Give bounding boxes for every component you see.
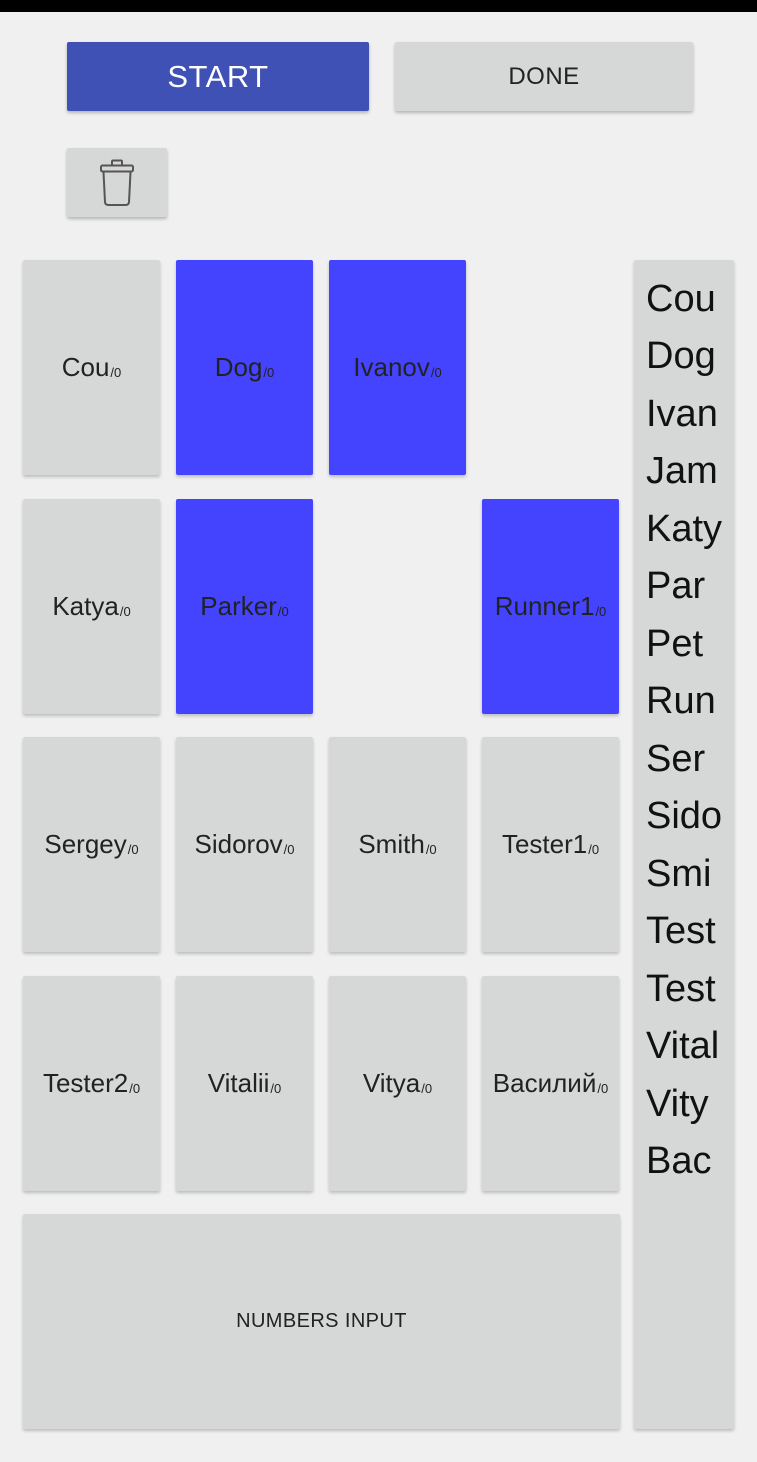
tile-name: Cou bbox=[61, 352, 110, 382]
tile-count: /0 bbox=[588, 842, 600, 857]
runner-tile-tester2[interactable]: Tester2/0 bbox=[23, 976, 160, 1191]
tile-count: /0 bbox=[127, 842, 139, 857]
runner-tile-ivanov[interactable]: Ivanov/0 bbox=[329, 260, 466, 475]
tile-name: Ivanov bbox=[353, 352, 430, 382]
side-list-item[interactable]: Vital bbox=[646, 1027, 719, 1065]
side-list-item[interactable]: Ivan bbox=[646, 395, 718, 433]
trash-button[interactable] bbox=[67, 148, 167, 217]
tile-count: /0 bbox=[430, 365, 442, 380]
side-list-item[interactable]: Test bbox=[646, 912, 716, 950]
tile-count: /0 bbox=[595, 604, 607, 619]
runner-tile-vasiliy[interactable]: Василий/0 bbox=[482, 976, 619, 1191]
side-list-item[interactable]: Вас bbox=[646, 1142, 711, 1180]
runner-tile-dog[interactable]: Dog/0 bbox=[176, 260, 313, 475]
tile-name: Smith bbox=[358, 829, 425, 859]
start-button[interactable]: START bbox=[67, 42, 369, 111]
tile-name: Runner1 bbox=[494, 591, 595, 621]
done-button[interactable]: DONE bbox=[395, 42, 693, 111]
tile-count: /0 bbox=[119, 604, 131, 619]
tile-name: Dog bbox=[214, 352, 263, 382]
runner-tile-katya[interactable]: Katya/0 bbox=[23, 499, 160, 714]
tile-count: /0 bbox=[421, 1081, 433, 1096]
side-list-item[interactable]: Test bbox=[646, 970, 716, 1008]
side-list-item[interactable]: Ser bbox=[646, 740, 705, 778]
side-list-item[interactable]: Pet bbox=[646, 625, 703, 663]
tile-count: /0 bbox=[129, 1081, 141, 1096]
tile-name: Parker bbox=[200, 591, 277, 621]
tile-count: /0 bbox=[283, 842, 295, 857]
tile-name: Vitalii bbox=[207, 1068, 270, 1098]
runner-tile-vitya[interactable]: Vitya/0 bbox=[329, 976, 466, 1191]
tile-name: Tester1 bbox=[501, 829, 588, 859]
tile-name: Василий bbox=[492, 1068, 597, 1098]
runner-tile-vitalii[interactable]: Vitalii/0 bbox=[176, 976, 313, 1191]
numbers-input-button[interactable]: NUMBERS INPUT bbox=[23, 1214, 620, 1429]
side-index-list[interactable]: Cou Dog Ivan Jam Katy Par Pet Run Ser Si… bbox=[634, 260, 734, 1429]
tile-count: /0 bbox=[270, 1081, 282, 1096]
side-list-item[interactable]: Katy bbox=[646, 510, 722, 548]
runner-tile-sidorov[interactable]: Sidorov/0 bbox=[176, 737, 313, 952]
tile-name: Sidorov bbox=[194, 829, 283, 859]
runner-tile-cou[interactable]: Cou/0 bbox=[23, 260, 160, 475]
tile-count: /0 bbox=[597, 1081, 609, 1096]
runner-tile-smith[interactable]: Smith/0 bbox=[329, 737, 466, 952]
tile-count: /0 bbox=[110, 365, 122, 380]
side-list-item[interactable]: Smi bbox=[646, 855, 711, 893]
status-bar bbox=[0, 0, 757, 12]
side-list-item[interactable]: Dog bbox=[646, 337, 716, 375]
runner-tile-parker[interactable]: Parker/0 bbox=[176, 499, 313, 714]
tile-count: /0 bbox=[263, 365, 275, 380]
side-list-item[interactable]: Run bbox=[646, 682, 716, 720]
tile-name: Tester2 bbox=[42, 1068, 129, 1098]
trash-can-icon bbox=[100, 159, 134, 206]
side-list-item[interactable]: Par bbox=[646, 567, 705, 605]
runner-tile-runner1[interactable]: Runner1/0 bbox=[482, 499, 619, 714]
side-list-item[interactable]: Vity bbox=[646, 1085, 709, 1123]
tile-count: /0 bbox=[425, 842, 437, 857]
side-list-item[interactable]: Cou bbox=[646, 280, 716, 318]
runner-tile-tester1[interactable]: Tester1/0 bbox=[482, 737, 619, 952]
side-list-item[interactable]: Jam bbox=[646, 452, 718, 490]
tile-name: Vitya bbox=[362, 1068, 421, 1098]
side-list-item[interactable]: Sido bbox=[646, 797, 722, 835]
tile-name: Katya bbox=[52, 591, 119, 621]
runner-tile-sergey[interactable]: Sergey/0 bbox=[23, 737, 160, 952]
tile-name: Sergey bbox=[44, 829, 127, 859]
tile-count: /0 bbox=[277, 604, 289, 619]
